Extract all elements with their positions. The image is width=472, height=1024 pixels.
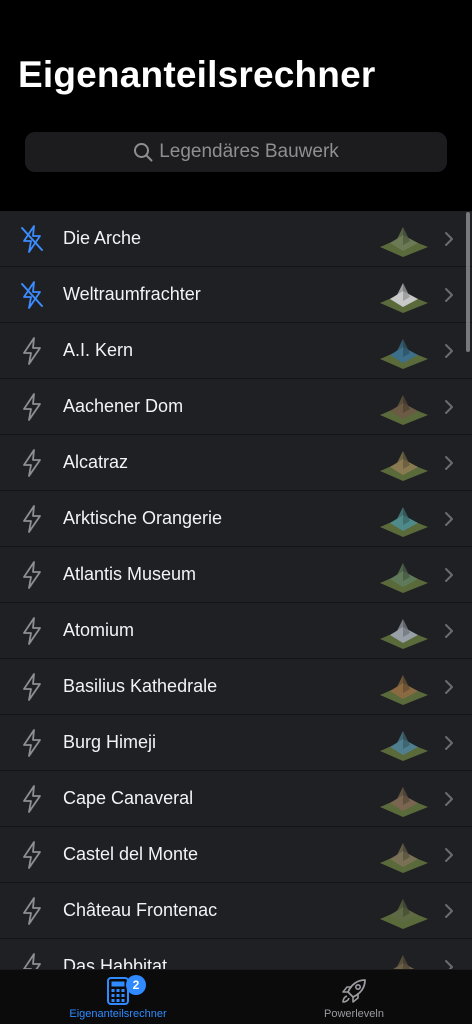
search-field[interactable]: Legendäres Bauwerk: [25, 132, 447, 172]
list-item[interactable]: Alcatraz: [0, 435, 472, 491]
list-item-label: Alcatraz: [63, 452, 129, 472]
list-item[interactable]: Atomium: [0, 603, 472, 659]
list-item-label: Atlantis Museum: [63, 564, 197, 584]
list-item[interactable]: Aachener Dom: [0, 379, 472, 435]
list-item-label: Aachener Dom: [63, 396, 184, 416]
list-item-label: Basilius Kathedrale: [63, 676, 218, 696]
list-item[interactable]: Die Arche: [0, 211, 472, 267]
list-item-label: A.I. Kern: [63, 340, 134, 360]
list-item-label: Château Frontenac: [63, 900, 218, 920]
list-item[interactable]: Château Frontenac: [0, 883, 472, 939]
list-item[interactable]: Burg Himeji: [0, 715, 472, 771]
list-item-label: Burg Himeji: [63, 732, 157, 752]
list-item[interactable]: Das Habbitat: [0, 939, 472, 969]
list-item-label: Weltraumfrachter: [63, 284, 201, 304]
tab-label: Powerleveln: [324, 1008, 384, 1020]
tab-bar: 2 Eigenanteilsrechner Powerleveln: [0, 969, 472, 1024]
list-item[interactable]: Basilius Kathedrale: [0, 659, 472, 715]
page-title: Eigenanteilsrechner: [18, 54, 376, 95]
list-item[interactable]: A.I. Kern: [0, 323, 472, 379]
list-item-label: Die Arche: [63, 228, 142, 248]
list-item-label: Das Habbitat: [63, 956, 168, 969]
list-item-label: Cape Canaveral: [63, 788, 194, 808]
list-item[interactable]: Cape Canaveral: [0, 771, 472, 827]
list-item[interactable]: Castel del Monte: [0, 827, 472, 883]
list-item[interactable]: Arktische Orangerie: [0, 491, 472, 547]
search-icon: [134, 143, 153, 162]
rocket-icon: [342, 979, 366, 1003]
notification-badge: 2: [126, 975, 146, 995]
wonder-list[interactable]: Die Arche Weltraumfrachter A.I. Kern Aachen…: [0, 211, 472, 969]
tab-eigenanteilsrechner[interactable]: 2 Eigenanteilsrechner: [0, 970, 236, 1024]
scrollbar[interactable]: [466, 212, 470, 352]
header: Eigenanteilsrechner Legendäres Bauwerk: [0, 0, 472, 211]
list-item-label: Castel del Monte: [63, 844, 199, 864]
list-item[interactable]: Atlantis Museum: [0, 547, 472, 603]
list-item-label: Atomium: [63, 620, 135, 640]
search-placeholder: Legendäres Bauwerk: [159, 141, 339, 162]
list-item-label: Arktische Orangerie: [63, 508, 223, 528]
tab-label: Eigenanteilsrechner: [69, 1008, 167, 1020]
tab-powerleveln[interactable]: Powerleveln: [236, 970, 472, 1024]
list-item[interactable]: Weltraumfrachter: [0, 267, 472, 323]
